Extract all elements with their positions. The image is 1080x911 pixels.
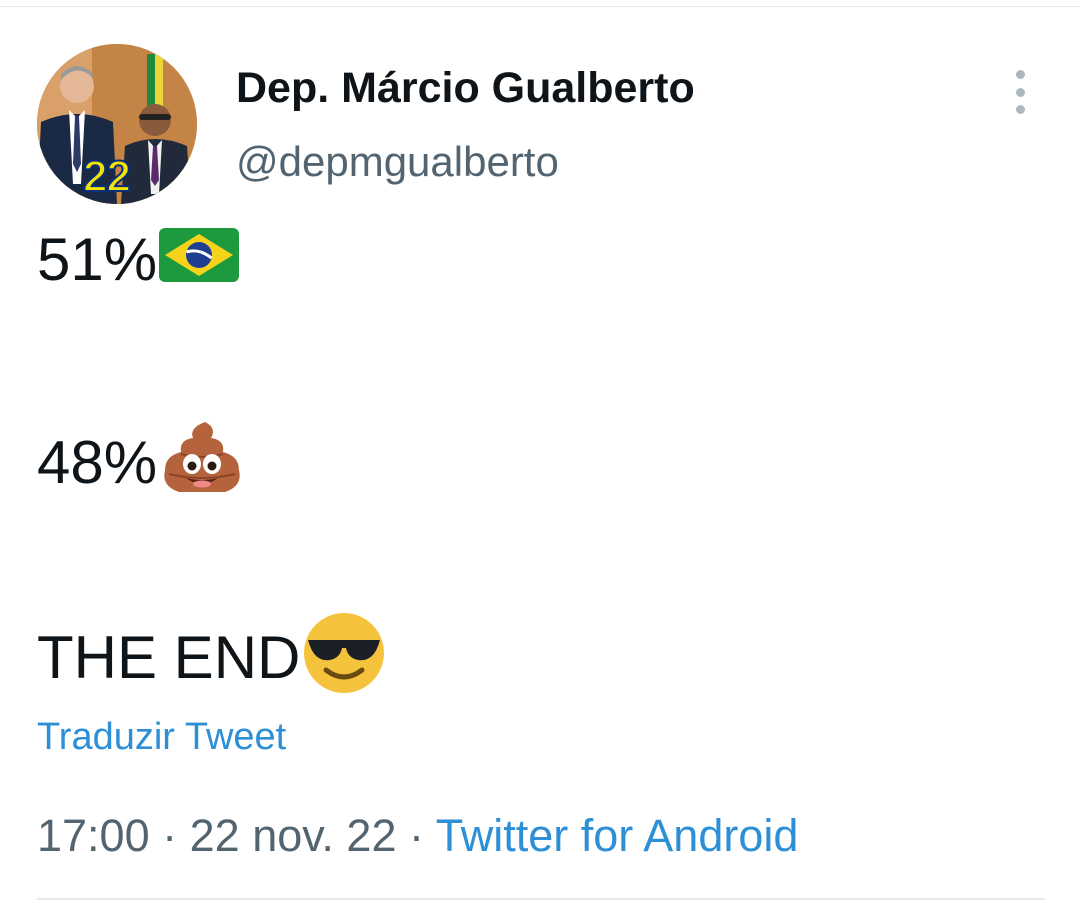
author-username[interactable]: @depmgualberto (236, 138, 559, 186)
more-vertical-icon (1015, 105, 1025, 114)
more-vertical-icon (1015, 70, 1025, 79)
meta-separator: · (162, 810, 178, 861)
tweet-date[interactable]: 22 nov. 22 (190, 810, 397, 861)
brazil-flag-icon (159, 226, 240, 294)
tweet-line-3: THE END (37, 612, 386, 704)
sunglasses-face-icon (302, 612, 386, 704)
tweet-line-1-text: 51% (37, 226, 158, 293)
top-divider (0, 6, 1080, 7)
tweet-line-2: 48% (37, 420, 245, 506)
tweet-line-3-text: THE END (37, 624, 301, 691)
meta-separator: · (409, 810, 425, 861)
more-vertical-icon (1015, 87, 1025, 97)
translate-tweet-link[interactable]: Traduzir Tweet (37, 716, 286, 759)
tweet-time[interactable]: 17:00 (37, 810, 150, 861)
more-options-button[interactable] (1004, 70, 1036, 114)
author-display-name[interactable]: Dep. Márcio Gualberto (236, 64, 695, 113)
bottom-divider (37, 898, 1045, 900)
pile-of-poo-icon (159, 420, 245, 506)
tweet-meta: 17:00 · 22 nov. 22 · Twitter for Android (37, 810, 798, 862)
avatar-badge-number: 22 (82, 151, 132, 202)
author-avatar[interactable]: 22 (37, 44, 197, 204)
tweet-line-1: 51% (37, 226, 240, 294)
tweet-line-2-text: 48% (37, 429, 158, 496)
tweet-source-link[interactable]: Twitter for Android (436, 810, 799, 861)
